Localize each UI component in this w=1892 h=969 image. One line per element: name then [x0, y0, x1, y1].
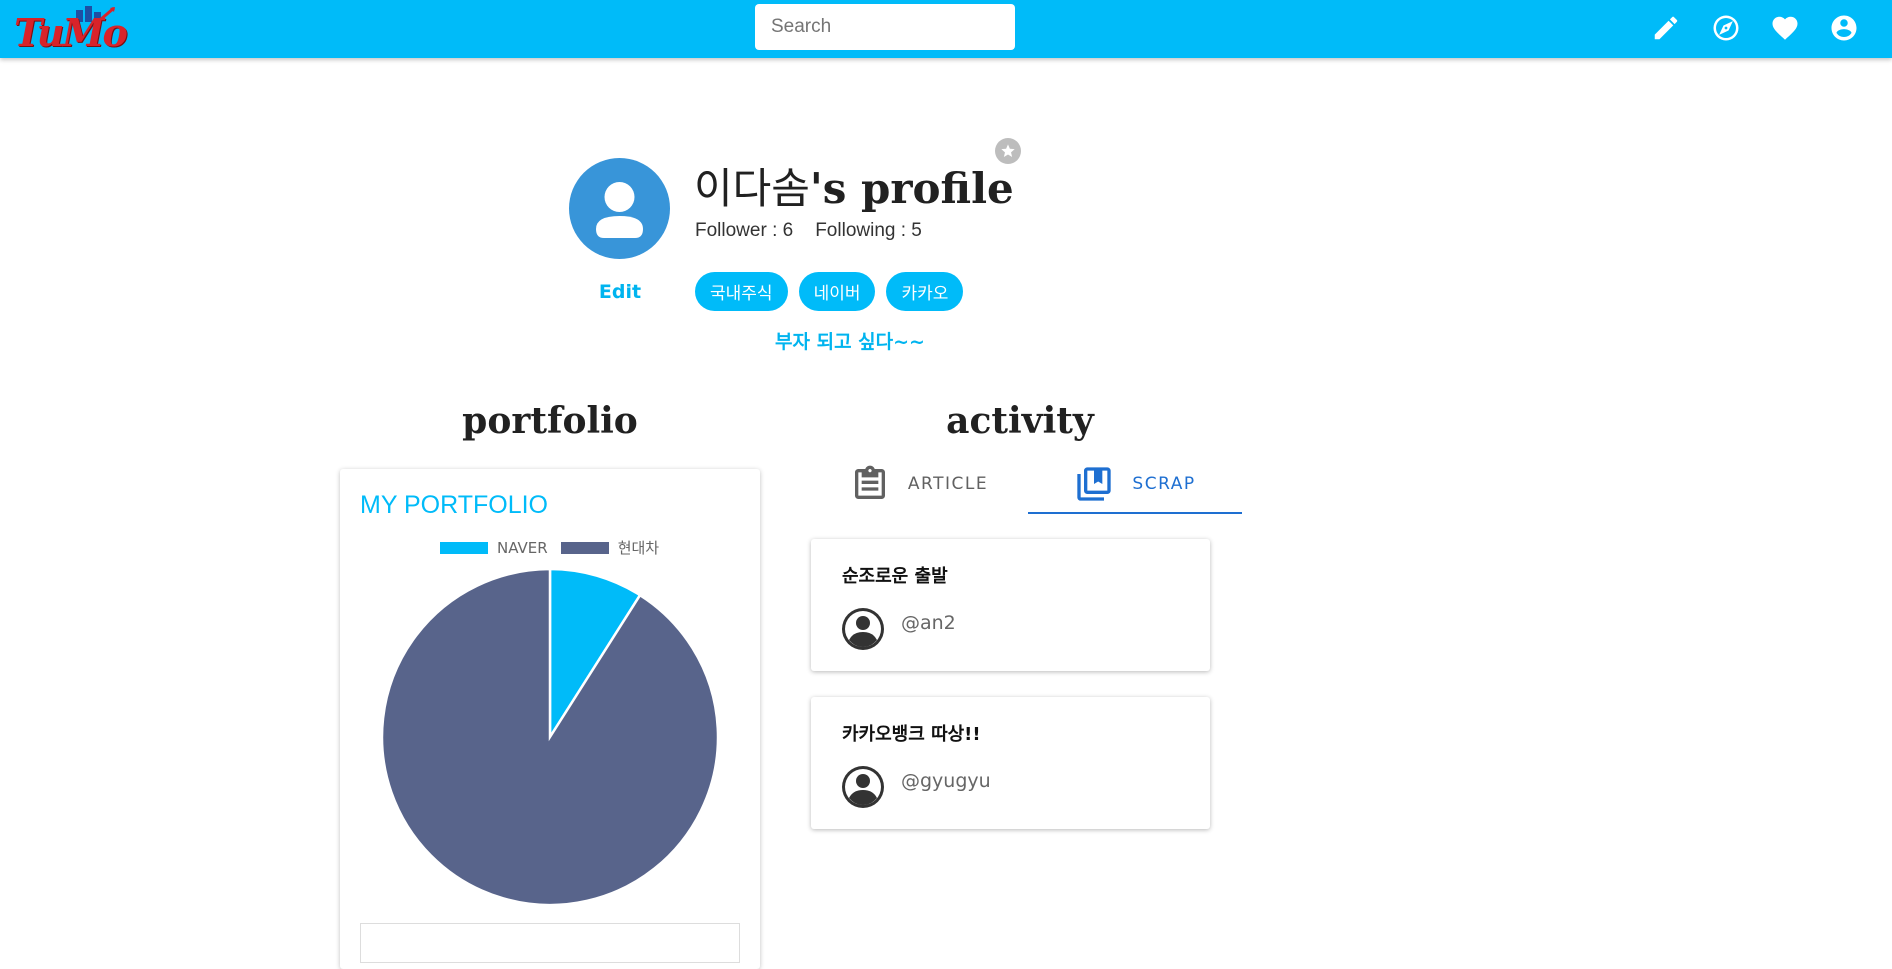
- tag-chip[interactable]: 국내주식: [695, 272, 788, 311]
- portfolio-card: MY PORTFOLIO NAVER 현대차: [340, 469, 760, 969]
- logo-text: TuMo: [14, 10, 128, 55]
- tab-scrap-label: SCRAP: [1132, 474, 1196, 494]
- profile-name: 이다솜: [694, 164, 810, 213]
- portfolio-card-title: MY PORTFOLIO: [360, 491, 549, 519]
- star-icon[interactable]: [995, 138, 1021, 164]
- profile-title: 이다솜's profile: [694, 155, 1014, 216]
- pencil-icon[interactable]: [1650, 12, 1682, 44]
- tab-scrap[interactable]: SCRAP: [1028, 456, 1242, 514]
- tumo-logo[interactable]: TuMo: [14, 4, 132, 55]
- activity-heading: activity: [946, 400, 1094, 442]
- portfolio-heading: portfolio: [462, 400, 638, 442]
- bookmarks-icon: [1077, 467, 1112, 501]
- edit-profile-link[interactable]: Edit: [570, 281, 670, 303]
- follow-stats: Follower : 6 Following : 5: [695, 220, 944, 242]
- user-avatar-icon: [842, 766, 884, 808]
- user-avatar-icon: [842, 608, 884, 650]
- search-input[interactable]: [755, 4, 1015, 50]
- legend-label: NAVER: [497, 538, 548, 557]
- legend-label: 현대차: [617, 539, 660, 557]
- portfolio-table-box: [360, 923, 740, 963]
- tag-chip[interactable]: 네이버: [798, 272, 876, 311]
- scrap-title: 카카오뱅크 따상!!: [842, 724, 981, 745]
- scrap-title: 순조로운 출발: [842, 566, 948, 587]
- legend-item[interactable]: NAVER: [440, 539, 548, 557]
- activity-tabs: ARTICLE SCRAP: [812, 456, 1242, 514]
- top-app-bar: TuMo: [0, 0, 1892, 58]
- account-circle-icon[interactable]: [1828, 12, 1860, 44]
- tab-article-label: ARTICLE: [907, 474, 989, 494]
- following-count[interactable]: Following : 5: [815, 220, 922, 241]
- profile-title-suffix: 's profile: [809, 164, 1014, 213]
- tab-article[interactable]: ARTICLE: [812, 456, 1026, 512]
- person-icon: [596, 182, 643, 238]
- scrap-card[interactable]: 순조로운 출발 @an2: [811, 539, 1210, 671]
- scrap-card[interactable]: 카카오뱅크 따상!! @gyugyu: [811, 697, 1210, 829]
- scrap-author[interactable]: @an2: [901, 612, 956, 634]
- legend-swatch: [440, 541, 488, 554]
- pie-slice-현대차[interactable]: [380, 569, 720, 907]
- follower-count[interactable]: Follower : 6: [695, 220, 793, 241]
- portfolio-pie-chart: [380, 569, 720, 907]
- clipboard-icon: [854, 465, 885, 499]
- tag-chip[interactable]: 카카오: [886, 272, 964, 311]
- compass-icon[interactable]: [1710, 12, 1742, 44]
- scrap-author[interactable]: @gyugyu: [901, 770, 991, 792]
- interest-tags: 국내주식 네이버 카카오: [695, 272, 964, 311]
- profile-bio: 부자 되고 싶다~~: [775, 331, 925, 353]
- profile-avatar: [569, 158, 670, 259]
- chart-legend: NAVER 현대차: [440, 537, 672, 558]
- heart-icon[interactable]: [1769, 12, 1801, 44]
- legend-item[interactable]: 현대차: [560, 537, 660, 558]
- legend-swatch: [560, 541, 609, 554]
